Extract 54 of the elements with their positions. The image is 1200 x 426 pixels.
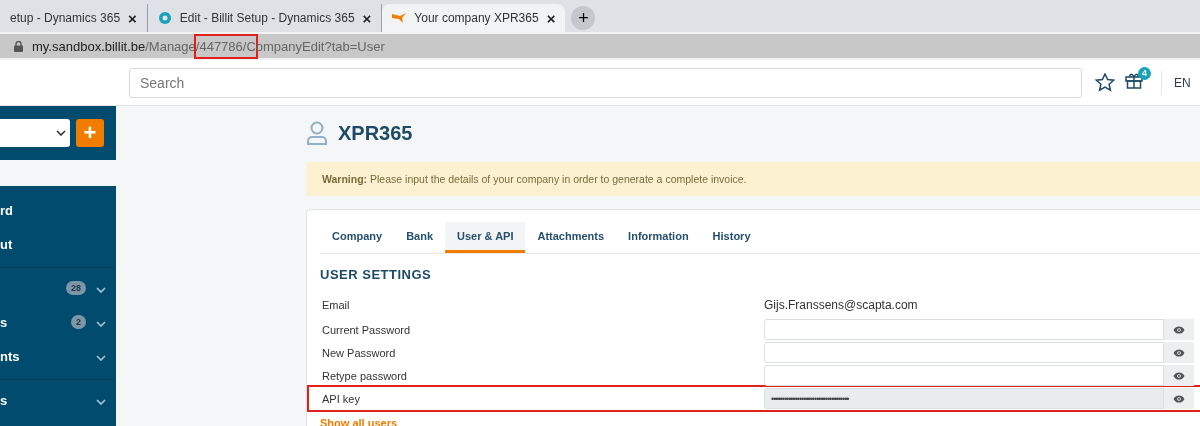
sidebar-item[interactable]: nts — [0, 339, 116, 373]
password-field[interactable] — [764, 342, 1164, 363]
tab[interactable]: History — [700, 222, 763, 253]
close-icon[interactable]: × — [362, 9, 372, 27]
section-title: USER SETTINGS — [320, 267, 433, 282]
show-password-button[interactable] — [1164, 365, 1194, 386]
password-field[interactable] — [764, 319, 1164, 340]
field-label: Retype password — [322, 369, 408, 382]
user-icon — [306, 121, 328, 145]
eye-icon — [1173, 394, 1185, 403]
sidebar-item[interactable]: rd — [0, 193, 116, 227]
eye-icon — [1173, 348, 1185, 357]
field-label: New Password — [322, 346, 397, 359]
chevron-down-icon — [96, 354, 106, 361]
close-icon[interactable]: × — [128, 9, 137, 27]
count-badge: 2 — [71, 315, 86, 329]
password-field[interactable]: •••••••••••••••••••••••••••••••••••• — [764, 388, 1164, 409]
sidebar-item[interactable]: ut — [0, 227, 116, 261]
chevron-down-icon — [96, 398, 106, 405]
star-icon[interactable] — [1095, 73, 1115, 92]
gift-icon[interactable] — [1125, 72, 1143, 89]
password-field[interactable] — [764, 365, 1164, 386]
show-password-button[interactable] — [1164, 388, 1194, 409]
tab[interactable]: User & API — [445, 222, 526, 253]
notification-badge: 4 — [1138, 66, 1151, 80]
count-badge: 28 — [66, 281, 86, 295]
sidebar-item[interactable]: s 2 — [0, 305, 116, 339]
eye-icon — [1173, 371, 1185, 380]
close-icon[interactable]: × — [546, 9, 556, 27]
new-tab-button[interactable]: + — [571, 6, 596, 30]
logo-icon — [157, 11, 172, 25]
eye-icon — [1173, 325, 1185, 334]
sidebar-item[interactable]: s — [0, 383, 116, 417]
field-label: Current Password — [322, 323, 412, 336]
email-value: Gijs.Franssens@scapta.com — [764, 298, 918, 312]
tab[interactable]: Attachments — [525, 222, 617, 253]
chevron-down-icon — [96, 286, 106, 293]
search-field[interactable]: Search — [129, 67, 1082, 98]
language-selector[interactable]: EN — [1174, 75, 1191, 90]
tab[interactable]: Company — [320, 222, 395, 253]
bird-icon — [392, 12, 407, 24]
tab[interactable]: Information — [616, 222, 701, 253]
chevron-down-icon — [56, 130, 66, 136]
tab[interactable]: Bank — [394, 222, 446, 253]
warning-text: Warning: Please input the details of your company in order to generate a complete invoice. — [322, 173, 747, 185]
browser-tab[interactable]: Your company XPR365 × — [382, 4, 566, 32]
page-title: XPR365 — [338, 121, 413, 145]
sidebar-item[interactable]: 28 — [0, 271, 116, 305]
chevron-down-icon — [96, 320, 106, 327]
field-label: API key — [322, 392, 361, 405]
lock-icon — [14, 40, 23, 52]
field-label: Email — [322, 299, 351, 311]
show-password-button[interactable] — [1164, 342, 1194, 363]
show-password-button[interactable] — [1164, 319, 1194, 340]
